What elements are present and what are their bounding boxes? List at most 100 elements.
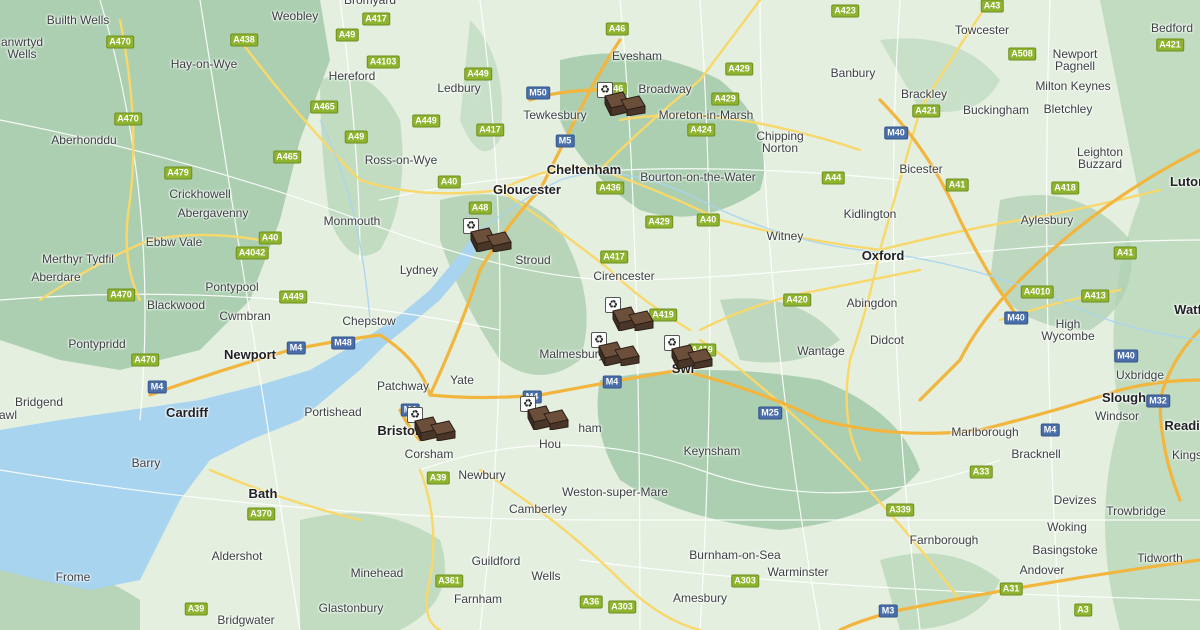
place-label[interactable]: Andover [1020, 564, 1065, 576]
place-label[interactable]: Farnham [454, 593, 502, 605]
place-label[interactable]: Bicester [899, 163, 942, 175]
motorway-shield: M4 [602, 375, 622, 389]
place-label[interactable]: Trowbridge [1106, 505, 1166, 517]
place-label[interactable]: Builth Wells [47, 14, 109, 26]
place-label[interactable]: Warminster [768, 566, 829, 578]
place-label[interactable]: Portishead [304, 406, 361, 418]
place-label[interactable]: Amesbury [673, 592, 727, 604]
place-label[interactable]: Corsham [405, 448, 454, 460]
place-label[interactable]: Keynsham [684, 445, 741, 457]
place-label[interactable]: Hereford [329, 70, 376, 82]
place-label[interactable]: Tidworth [1137, 552, 1183, 564]
place-label[interactable]: Slough [1102, 391, 1146, 404]
place-label[interactable]: ham [578, 422, 601, 434]
place-label[interactable]: Wells [531, 570, 560, 582]
place-label[interactable]: Burnham-on-Sea [689, 549, 780, 561]
place-label[interactable]: Patchway [377, 380, 429, 392]
place-label[interactable]: Ross-on-Wye [365, 154, 438, 166]
place-label[interactable]: Hay-on-Wye [171, 58, 238, 70]
place-label[interactable]: Cheltenham [547, 163, 621, 176]
recycling-centre-marker[interactable]: ♻ [407, 407, 463, 443]
place-label[interactable]: Ebbw Vale [146, 236, 202, 248]
place-label[interactable]: Kidlington [844, 208, 897, 220]
place-label[interactable]: Milton Keynes [1035, 80, 1110, 92]
place-label[interactable]: Cardiff [166, 406, 208, 419]
place-label[interactable]: Ledbury [437, 82, 480, 94]
place-label[interactable]: Stroud [515, 254, 550, 266]
place-label[interactable]: anwrtyd Wells [1, 36, 43, 60]
place-label[interactable]: Tewkesbury [523, 109, 586, 121]
place-label[interactable]: Bedford [1151, 22, 1193, 34]
place-label[interactable]: High Wycombe [1041, 318, 1094, 342]
place-label[interactable]: Frome [56, 571, 91, 583]
place-label[interactable]: Didcot [870, 334, 904, 346]
place-label[interactable]: Wantage [797, 345, 845, 357]
place-label[interactable]: Bourton-on-the-Water [640, 171, 756, 183]
place-label[interactable]: Oxford [862, 249, 905, 262]
place-label[interactable]: Windsor [1095, 410, 1139, 422]
place-label[interactable]: Marlborough [951, 426, 1018, 438]
place-label[interactable]: Lydney [400, 264, 438, 276]
place-label[interactable]: Crickhowell [169, 188, 230, 200]
place-label[interactable]: Weston-super-Mare [562, 486, 668, 498]
place-label[interactable]: Bath [249, 487, 278, 500]
place-label[interactable]: Watf [1174, 303, 1200, 316]
recycling-centre-marker[interactable]: ♻ [597, 82, 653, 118]
place-label[interactable]: Abingdon [847, 297, 898, 309]
place-label[interactable]: Chipping Norton [756, 130, 803, 154]
place-label[interactable]: Newbury [458, 469, 505, 481]
place-label[interactable]: Merthyr Tydfil [42, 253, 114, 265]
place-label[interactable]: Cwmbran [219, 310, 270, 322]
place-label[interactable]: Buckingham [963, 104, 1029, 116]
place-label[interactable]: Towcester [955, 24, 1009, 36]
recycling-centre-marker[interactable]: ♻ [591, 332, 647, 368]
place-label[interactable]: Aldershot [212, 550, 263, 562]
place-label[interactable]: Guildford [472, 555, 521, 567]
place-label[interactable]: Monmouth [324, 215, 381, 227]
place-label[interactable]: Abergavenny [178, 207, 249, 219]
place-label[interactable]: Uxbridge [1116, 369, 1164, 381]
place-label[interactable]: Evesham [612, 50, 662, 62]
place-label[interactable]: Aylesbury [1021, 214, 1073, 226]
place-label[interactable]: Blackwood [147, 299, 205, 311]
place-label[interactable]: Chepstow [342, 315, 395, 327]
place-label[interactable]: Bletchley [1044, 103, 1093, 115]
place-label[interactable]: Leighton Buzzard [1077, 146, 1123, 170]
place-label[interactable]: Glastonbury [319, 602, 384, 614]
place-label[interactable]: Pontypridd [68, 338, 125, 350]
place-label[interactable]: Hou [539, 438, 561, 450]
place-label[interactable]: Basingstoke [1032, 544, 1097, 556]
place-label[interactable]: Reading [1164, 419, 1200, 432]
place-label[interactable]: Cirencester [593, 270, 654, 282]
place-label[interactable]: Bridgwater [217, 614, 274, 626]
place-label[interactable]: Bridgend [15, 396, 63, 408]
place-label[interactable]: Moreton-in-Marsh [659, 109, 754, 121]
place-label[interactable]: Brackley [901, 88, 947, 100]
place-label[interactable]: Devizes [1054, 494, 1097, 506]
recycling-centre-marker[interactable]: ♻ [605, 297, 661, 333]
place-label[interactable]: Aberdare [31, 271, 80, 283]
place-label[interactable]: Minehead [351, 567, 404, 579]
place-label[interactable]: Gloucester [493, 183, 561, 196]
motorway-shield: M40 [1114, 349, 1138, 363]
place-label[interactable]: Barry [132, 457, 161, 469]
place-label[interactable]: Newport Pagnell [1053, 48, 1098, 72]
place-label[interactable]: Banbury [831, 67, 876, 79]
place-label[interactable]: Yate [450, 374, 474, 386]
place-label[interactable]: awl [0, 409, 17, 421]
place-label[interactable]: Pontypool [205, 281, 258, 293]
place-label[interactable]: Witney [767, 230, 804, 242]
recycling-centre-marker[interactable]: ♻ [664, 335, 720, 371]
place-label[interactable]: Farnborough [910, 534, 979, 546]
place-label[interactable]: Woking [1047, 521, 1087, 533]
recycling-centre-marker[interactable]: ♻ [463, 218, 519, 254]
place-label[interactable]: Camberley [509, 503, 567, 515]
place-label[interactable]: Bromyard [344, 0, 396, 6]
recycling-centre-marker[interactable]: ♻ [520, 396, 576, 432]
place-label[interactable]: Kings [1172, 449, 1200, 461]
place-label[interactable]: Aberhonddu [51, 134, 116, 146]
place-label[interactable]: Weobley [272, 10, 318, 22]
place-label[interactable]: Bracknell [1011, 448, 1060, 460]
place-label[interactable]: Newport [224, 348, 276, 361]
place-label[interactable]: Luton [1170, 175, 1200, 188]
